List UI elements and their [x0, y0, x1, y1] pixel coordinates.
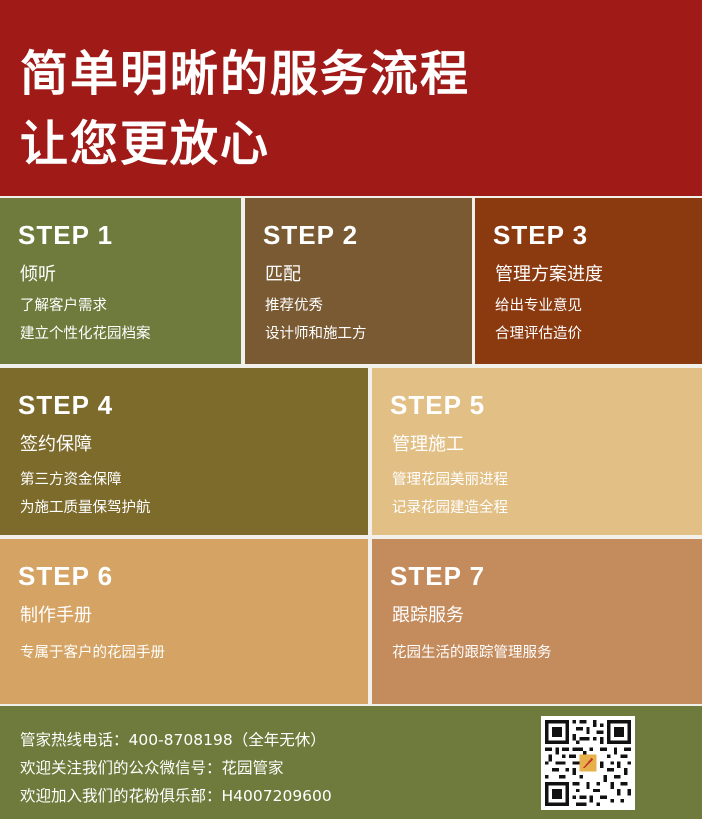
- step-3-title: 管理方案进度: [495, 264, 603, 285]
- step-5-line-1: 管理花园美丽进程: [392, 472, 508, 488]
- club-text: 欢迎加入我们的花粉俱乐部：H4007209600: [20, 787, 332, 805]
- step-4-line-1: 第三方资金保障: [20, 472, 122, 488]
- step-7-label: STEP 7: [390, 561, 486, 591]
- step-5-label: STEP 5: [390, 390, 486, 420]
- step-5-title: 管理施工: [392, 434, 464, 455]
- step-4-label: STEP 4: [18, 390, 114, 420]
- step-4-line-2: 为施工质量保驾护航: [20, 500, 151, 516]
- step-3-line-1: 给出专业意见: [495, 298, 582, 314]
- step-7-card: STEP 7 跟踪服务 花园生活的跟踪管理服务: [372, 539, 702, 704]
- qr-code-icon: [541, 716, 635, 810]
- step-4-card: STEP 4 签约保障 第三方资金保障 为施工质量保驾护航: [0, 368, 368, 535]
- step-2-label: STEP 2: [263, 220, 359, 250]
- step-1-line-2: 建立个性化花园档案: [20, 326, 151, 342]
- wechat-text: 欢迎关注我们的公众微信号：花园管家: [20, 759, 284, 777]
- step-1-label: STEP 1: [18, 220, 114, 250]
- step-6-label: STEP 6: [18, 561, 114, 591]
- step-1-line-1: 了解客户需求: [20, 298, 107, 314]
- step-3-label: STEP 3: [493, 220, 589, 250]
- step-3-line-2: 合理评估造价: [495, 326, 582, 342]
- step-5-card: STEP 5 管理施工 管理花园美丽进程 记录花园建造全程: [372, 368, 702, 535]
- headline: 简单明晰的服务流程: [20, 46, 471, 102]
- step-2-line-2: 设计师和施工方: [265, 326, 367, 342]
- step-2-title: 匹配: [265, 264, 301, 285]
- hotline-text: 管家热线电话：400-8708198（全年无休）: [20, 731, 326, 749]
- subheadline: 让您更放心: [20, 116, 271, 172]
- step-1-card: STEP 1 倾听 了解客户需求 建立个性化花园档案: [0, 198, 241, 364]
- step-7-title: 跟踪服务: [392, 605, 464, 626]
- header-banner: 简单明晰的服务流程 让您更放心: [0, 0, 702, 196]
- step-3-card: STEP 3 管理方案进度 给出专业意见 合理评估造价: [475, 198, 702, 364]
- step-5-line-2: 记录花园建造全程: [392, 500, 508, 516]
- step-6-card: STEP 6 制作手册 专属于客户的花园手册: [0, 539, 368, 704]
- step-7-line-1: 花园生活的跟踪管理服务: [392, 645, 552, 661]
- step-6-title: 制作手册: [20, 605, 92, 626]
- step-6-line-1: 专属于客户的花园手册: [20, 645, 165, 661]
- step-2-card: STEP 2 匹配 推荐优秀 设计师和施工方: [245, 198, 472, 364]
- step-1-title: 倾听: [20, 264, 56, 285]
- step-4-title: 签约保障: [20, 434, 92, 455]
- step-2-line-1: 推荐优秀: [265, 298, 323, 314]
